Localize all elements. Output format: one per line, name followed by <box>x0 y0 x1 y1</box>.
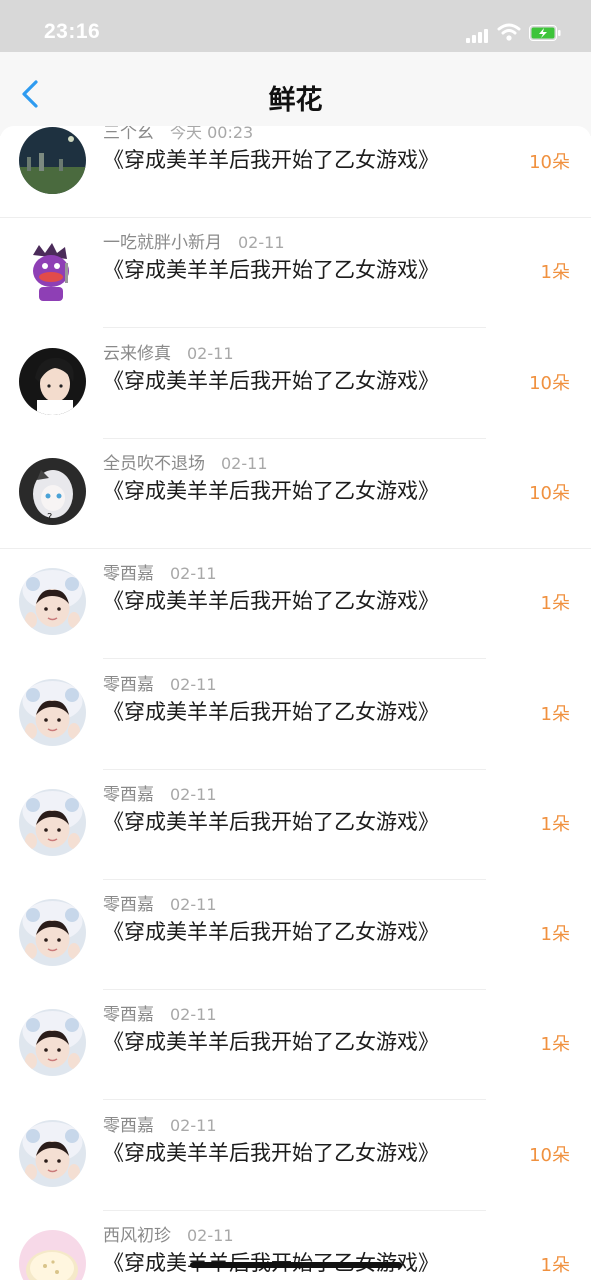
book-title[interactable]: 《穿成美羊羊后我开始了乙女游戏》 <box>103 1026 439 1056</box>
book-title[interactable]: 《穿成美羊羊后我开始了乙女游戏》 <box>103 1137 439 1167</box>
home-indicator <box>190 1262 402 1268</box>
list-item[interactable]: 一吃就胖小新月 02-11 《穿成美羊羊后我开始了乙女游戏》 1朵 <box>0 218 591 329</box>
list-item[interactable]: 零酉嘉 02-11 《穿成美羊羊后我开始了乙女游戏》 10朵 <box>0 1101 591 1211</box>
gift-date: 02-11 <box>187 1226 234 1245</box>
avatar-hat-boy[interactable] <box>19 1119 86 1187</box>
book-title[interactable]: 《穿成美羊羊后我开始了乙女游戏》 <box>103 806 439 836</box>
user-name-text: 一吃就胖小新月 <box>103 233 222 254</box>
gift-date: 02-11 <box>170 1115 217 1135</box>
user-name[interactable]: 西风初珍 02-11 <box>103 1221 234 1246</box>
flower-count: 10朵 <box>529 482 570 504</box>
avatar-hat-boy[interactable] <box>19 568 86 636</box>
list-item[interactable]: 零酉嘉 02-11 《穿成美羊羊后我开始了乙女游戏》 1朵 <box>0 880 591 991</box>
avatar-anime-girl[interactable]: ? <box>19 457 86 525</box>
user-name[interactable]: 零酉嘉 02-11 <box>103 670 217 695</box>
avatar-hat-boy[interactable] <box>19 1009 86 1077</box>
list-item[interactable]: ? 全员吹不退场 02-11 《穿成美羊羊后我开始了乙女游戏》 10朵 <box>0 439 591 549</box>
avatar-boy-portrait[interactable] <box>19 347 86 415</box>
flower-count: 1朵 <box>540 1255 570 1276</box>
user-name-text: 零酉嘉 <box>103 564 154 585</box>
avatar-hat-boy[interactable] <box>19 788 86 856</box>
list-item[interactable]: 云来修真 02-11 《穿成美羊羊后我开始了乙女游戏》 10朵 <box>0 329 591 439</box>
user-name-text: 零酉嘉 <box>103 784 154 805</box>
svg-text:?: ? <box>47 512 52 523</box>
book-title[interactable]: 《穿成美羊羊后我开始了乙女游戏》 <box>103 585 439 615</box>
list-item[interactable]: 零酉嘉 02-11 《穿成美羊羊后我开始了乙女游戏》 1朵 <box>0 549 591 660</box>
user-name[interactable]: 零酉嘉 02-11 <box>103 1111 217 1136</box>
user-name[interactable]: 零酉嘉 02-11 <box>103 1000 217 1025</box>
flower-gift-list[interactable]: 三个幺 今天 00:23 《穿成美羊羊后我开始了乙女游戏》 10朵 一吃就胖小新月 02-… <box>0 126 591 1280</box>
gift-date: 02-11 <box>170 895 217 915</box>
user-name-text: 全员吹不退场 <box>103 453 205 474</box>
gift-date: 02-11 <box>170 674 217 694</box>
flower-count: 1朵 <box>540 593 570 615</box>
status-bar: 23:16 <box>0 0 591 52</box>
flower-count: 1朵 <box>540 813 570 835</box>
list-item[interactable]: 西风初珍02-11《穿成美羊羊后我开始了乙女游戏》1朵 <box>0 1211 591 1280</box>
user-name[interactable]: 零酉嘉 02-11 <box>103 559 217 584</box>
gift-date: 今天 00:23 <box>170 126 254 142</box>
avatar-hat-boy[interactable] <box>19 678 86 746</box>
book-title[interactable]: 《穿成美羊羊后我开始了乙女游戏》 <box>103 365 439 395</box>
book-title[interactable]: 《穿成美羊羊后我开始了乙女游戏》 <box>103 696 439 726</box>
user-name-text: 云来修真 <box>103 343 171 364</box>
status-time: 23:16 <box>44 20 101 43</box>
avatar-hat-boy[interactable] <box>19 899 86 967</box>
list-item[interactable]: 三个幺 今天 00:23 《穿成美羊羊后我开始了乙女游戏》 10朵 <box>0 126 591 218</box>
user-name-text: 三个幺 <box>103 126 154 143</box>
user-name-text: 零酉嘉 <box>103 895 154 916</box>
gift-date: 02-11 <box>238 233 285 253</box>
user-name[interactable]: 云来修真 02-11 <box>103 339 234 364</box>
gift-date: 02-11 <box>170 1005 217 1025</box>
user-name[interactable]: 三个幺 今天 00:23 <box>103 126 253 143</box>
list-item[interactable]: 零酉嘉 02-11 《穿成美羊羊后我开始了乙女游戏》 1朵 <box>0 990 591 1101</box>
gift-date: 02-11 <box>170 564 217 584</box>
user-name[interactable]: 零酉嘉 02-11 <box>103 890 217 915</box>
nav-header: 鲜花 <box>0 52 591 136</box>
user-name[interactable]: 零酉嘉 02-11 <box>103 780 217 805</box>
flower-count: 10朵 <box>529 372 570 394</box>
wifi-icon <box>497 22 521 42</box>
avatar-night-scene[interactable] <box>19 127 86 194</box>
user-name[interactable]: 一吃就胖小新月 02-11 <box>103 228 285 253</box>
gift-date: 02-11 <box>221 453 268 473</box>
book-title[interactable]: 《穿成美羊羊后我开始了乙女游戏》 <box>103 475 439 505</box>
list-item[interactable]: 零酉嘉 02-11 《穿成美羊羊后我开始了乙女游戏》 1朵 <box>0 770 591 880</box>
flower-count: 10朵 <box>529 152 570 173</box>
user-name-text: 零酉嘉 <box>103 1115 154 1136</box>
user-name-text: 西风初珍 <box>103 1226 171 1246</box>
flower-count: 10朵 <box>529 1144 570 1166</box>
book-title[interactable]: 《穿成美羊羊后我开始了乙女游戏》 <box>103 916 439 946</box>
user-name[interactable]: 全员吹不退场 02-11 <box>103 449 268 474</box>
flower-count: 1朵 <box>540 703 570 725</box>
user-name-text: 零酉嘉 <box>103 674 154 695</box>
gift-date: 02-11 <box>187 343 234 363</box>
gift-date: 02-11 <box>170 784 217 804</box>
avatar-purple-cartoon[interactable] <box>19 237 86 305</box>
flower-count: 1朵 <box>540 1034 570 1056</box>
flower-count: 1朵 <box>540 924 570 946</box>
page-title: 鲜花 <box>268 85 323 116</box>
list-item[interactable]: 零酉嘉 02-11 《穿成美羊羊后我开始了乙女游戏》 1朵 <box>0 660 591 770</box>
avatar-bread[interactable] <box>19 1230 86 1280</box>
flower-count: 1朵 <box>540 262 570 284</box>
book-title[interactable]: 《穿成美羊羊后我开始了乙女游戏》 <box>103 254 439 284</box>
battery-charging-icon <box>529 25 561 41</box>
cellular-signal-icon <box>466 27 490 43</box>
book-title[interactable]: 《穿成美羊羊后我开始了乙女游戏》 <box>103 144 439 174</box>
user-name-text: 零酉嘉 <box>103 1005 154 1026</box>
